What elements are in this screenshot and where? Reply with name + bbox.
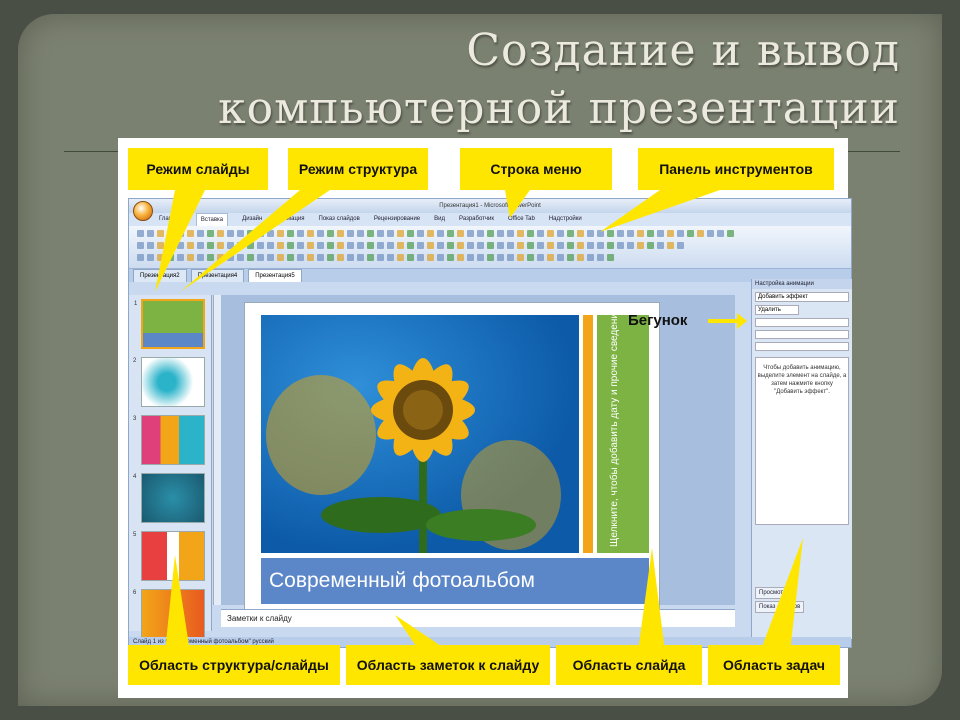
callout-pointers bbox=[155, 190, 803, 652]
callout-outline-slides-area: Область структура/слайды bbox=[128, 645, 340, 685]
slider-arrow bbox=[708, 313, 747, 329]
pointer-task-area bbox=[760, 538, 803, 652]
callout-notes-area: Область заметок к слайду bbox=[346, 645, 550, 685]
slider-label: Бегунок bbox=[628, 312, 688, 329]
pointer-slides-mode bbox=[155, 190, 205, 292]
pointer-outline-mode bbox=[180, 190, 330, 292]
pointer-outline-slides-area bbox=[165, 555, 190, 652]
callout-slide-area: Область слайда bbox=[556, 645, 702, 685]
pointer-menu-bar bbox=[505, 190, 530, 218]
callout-outline-mode: Режим структура bbox=[288, 148, 428, 190]
callout-task-area: Область задач bbox=[708, 645, 840, 685]
callout-toolbar: Панель инструментов bbox=[638, 148, 834, 190]
pointer-toolbar bbox=[600, 190, 720, 232]
pointer-slide-area bbox=[638, 548, 665, 652]
callout-slides-mode: Режим слайды bbox=[128, 148, 268, 190]
callout-menu-bar: Строка меню bbox=[460, 148, 612, 190]
